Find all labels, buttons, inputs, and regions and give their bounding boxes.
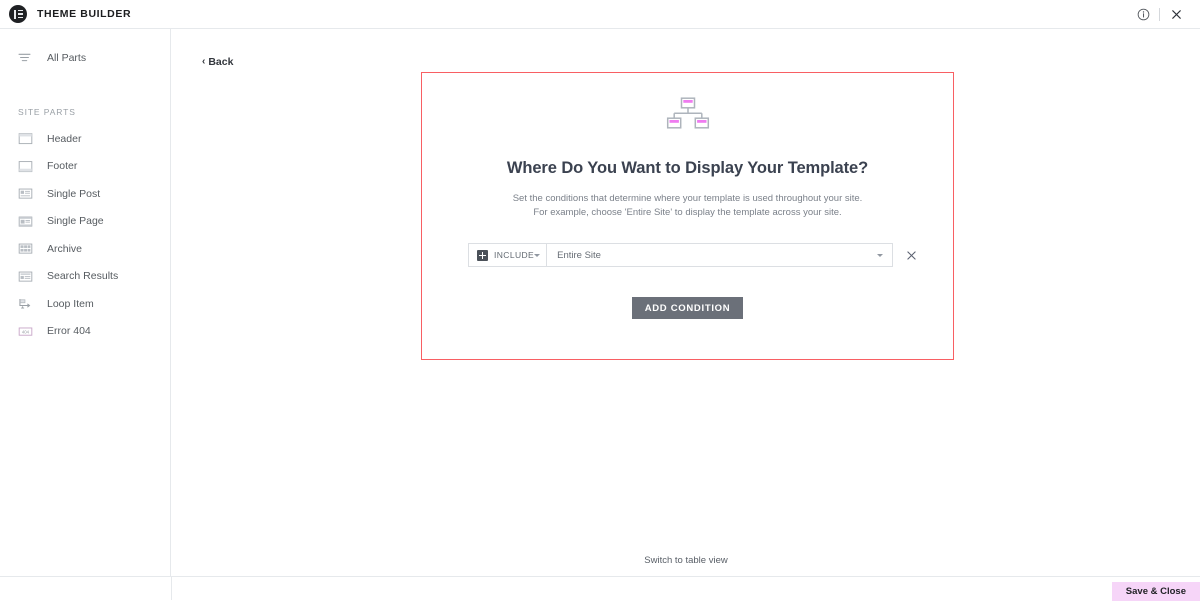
- filter-lines-icon: [18, 52, 35, 63]
- dialog-subtitle: Set the conditions that determine where …: [422, 192, 953, 219]
- sidebar-item-label: Header: [47, 132, 82, 145]
- chevron-down-icon: [534, 253, 541, 257]
- condition-target-select[interactable]: Entire Site: [546, 243, 893, 267]
- sidebar-item-error-404[interactable]: 404 Error 404: [0, 318, 170, 346]
- sidebar-item-search-results[interactable]: Search Results: [0, 263, 170, 291]
- display-conditions-dialog: Where Do You Want to Display Your Templa…: [421, 72, 954, 360]
- plus-square-icon: [477, 249, 488, 261]
- app-title: THEME BUILDER: [37, 8, 132, 20]
- sidebar-parts-list: Header Footer Single Post Single Page Ar…: [0, 125, 170, 345]
- switch-to-table-view-link[interactable]: Switch to table view: [172, 555, 1200, 566]
- close-icon[interactable]: [1163, 0, 1189, 29]
- chevron-down-icon: [877, 253, 883, 257]
- sidebar-section-header: SITE PARTS: [18, 107, 76, 117]
- back-label: Back: [208, 56, 234, 68]
- sidebar-item-loop-item[interactable]: Loop Item: [0, 290, 170, 318]
- sidebar-item-label: Loop Item: [47, 297, 94, 310]
- sidebar-item-label: Error 404: [47, 325, 91, 338]
- sidebar-item-label: Footer: [47, 160, 78, 173]
- include-label: INCLUDE: [494, 250, 535, 260]
- sidebar-item-single-post[interactable]: Single Post: [0, 180, 170, 208]
- brand[interactable]: THEME BUILDER: [0, 5, 131, 23]
- sitemap-icon: [665, 73, 711, 140]
- footer-layout-icon: [18, 160, 35, 173]
- sidebar: All Parts SITE PARTS Header Footer Singl…: [0, 29, 171, 600]
- chevron-left-icon: ‹: [202, 56, 206, 67]
- single-post-icon: [18, 187, 35, 200]
- main-content: ‹ Back Where Do You Want to Display Your…: [172, 29, 1200, 576]
- svg-text:404: 404: [22, 329, 30, 334]
- search-results-icon: [18, 270, 35, 283]
- sidebar-item-header[interactable]: Header: [0, 125, 170, 153]
- loop-item-icon: [18, 297, 35, 310]
- remove-condition-button[interactable]: [906, 250, 917, 261]
- sidebar-item-archive[interactable]: Archive: [0, 235, 170, 263]
- single-page-icon: [18, 215, 35, 228]
- condition-row: INCLUDE Entire Site: [422, 243, 953, 267]
- sidebar-item-single-page[interactable]: Single Page: [0, 208, 170, 236]
- sidebar-item-footer[interactable]: Footer: [0, 153, 170, 181]
- add-condition-button[interactable]: ADD CONDITION: [631, 297, 744, 319]
- top-bar-actions: [1130, 0, 1200, 29]
- error-404-icon: 404: [18, 325, 35, 338]
- dialog-subtitle-line-2: For example, choose 'Entire Site' to dis…: [533, 206, 842, 218]
- footer-left-strip: [0, 576, 172, 600]
- include-type-dropdown[interactable]: INCLUDE: [468, 243, 547, 267]
- back-link[interactable]: ‹ Back: [202, 56, 233, 68]
- sidebar-item-label: Search Results: [47, 270, 119, 283]
- sidebar-item-label: Single Post: [47, 187, 101, 200]
- save-and-close-button[interactable]: Save & Close: [1111, 582, 1200, 601]
- archive-grid-icon: [18, 242, 35, 255]
- dialog-subtitle-line-1: Set the conditions that determine where …: [512, 193, 863, 204]
- sidebar-item-label: Single Page: [47, 215, 104, 228]
- info-circle-icon[interactable]: [1130, 0, 1156, 29]
- toolbar-divider: [1159, 7, 1160, 21]
- sidebar-item-label: Archive: [47, 242, 83, 255]
- footer-bar: Save & Close: [172, 576, 1200, 601]
- header-layout-icon: [18, 132, 35, 145]
- sidebar-item-all-parts[interactable]: All Parts: [0, 44, 170, 71]
- top-bar: THEME BUILDER: [0, 0, 1200, 29]
- condition-target-value: Entire Site: [557, 249, 601, 261]
- elementor-logo-icon: [9, 5, 27, 23]
- sidebar-item-label: All Parts: [47, 51, 87, 64]
- dialog-title: Where Do You Want to Display Your Templa…: [506, 159, 869, 177]
